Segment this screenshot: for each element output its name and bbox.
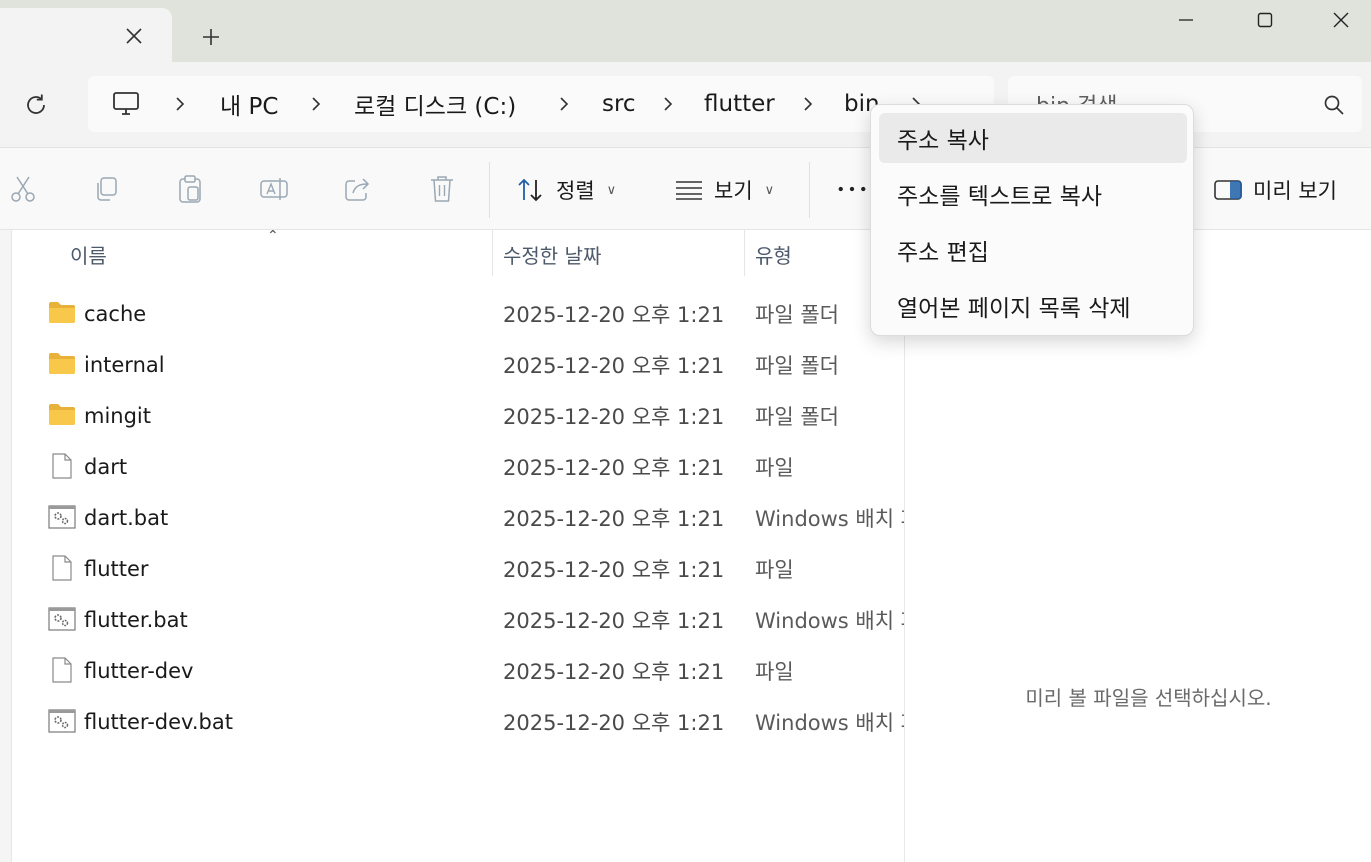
column-divider[interactable] (492, 230, 493, 276)
file-modified-date: 2025-12-20 오후 1:21 (503, 710, 725, 735)
column-divider[interactable] (744, 230, 745, 276)
minimize-icon[interactable] (1156, 0, 1216, 40)
toolbar-divider (489, 162, 490, 218)
chevron-right-icon[interactable] (798, 76, 818, 132)
file-row[interactable]: flutter-dev.bat 2025-12-20 오후 1:21 Windows… (12, 696, 904, 747)
folder-icon (48, 402, 76, 428)
active-tab[interactable] (0, 8, 172, 62)
file-name[interactable]: flutter-dev.bat (84, 696, 233, 747)
file-icon (48, 453, 76, 479)
paste-icon[interactable] (175, 174, 205, 204)
file-modified-date: 2025-12-20 오후 1:21 (503, 608, 725, 633)
menu-item-copy-address[interactable]: 주소 복사 (879, 113, 1187, 163)
address-bar[interactable]: 내 PC 로컬 디스크 (C:) src flutter bin (88, 76, 994, 132)
file-modified-date: 2025-12-20 오후 1:21 (503, 557, 725, 582)
file-name[interactable]: internal (84, 339, 165, 390)
file-icon (48, 555, 76, 581)
file-modified-date: 2025-12-20 오후 1:21 (503, 506, 725, 531)
toolbar-divider (809, 162, 810, 218)
column-header-modified[interactable]: 수정한 날짜 (503, 230, 601, 278)
view-icon (676, 181, 702, 200)
chevron-right-icon[interactable] (554, 76, 574, 132)
breadcrumb-flutter[interactable]: flutter (704, 76, 775, 132)
preview-label: 미리 보기 (1253, 179, 1337, 203)
file-row[interactable]: cache 2025-12-20 오후 1:21 파일 폴더 (12, 288, 904, 339)
file-name[interactable]: flutter.bat (84, 594, 188, 645)
file-type: 파일 폴더 (755, 404, 839, 429)
chevron-right-icon[interactable] (306, 76, 326, 132)
breadcrumb-local-disk[interactable]: 로컬 디스크 (C:) (354, 76, 516, 132)
file-row[interactable]: flutter.bat 2025-12-20 오후 1:21 Windows 배치 … (12, 594, 904, 645)
breadcrumb-pc[interactable]: 내 PC (220, 76, 278, 132)
sort-ascending-icon: ⌃ (267, 230, 279, 244)
share-icon[interactable] (343, 174, 373, 204)
file-type: 파일 폴더 (755, 353, 839, 378)
preview-pane-button[interactable]: 미리 보기 (1213, 168, 1337, 212)
chevron-right-icon[interactable] (170, 76, 190, 132)
file-type: Windows 배치 파일 (755, 506, 904, 531)
file-list: ⌃ 이름 수정한 날짜 유형 cache 2025-12-20 오후 1:21 파일… (12, 230, 904, 862)
file-name[interactable]: mingit (84, 390, 151, 441)
sort-icon (518, 178, 542, 202)
file-row[interactable]: dart 2025-12-20 오후 1:21 파일 (12, 441, 904, 492)
title-bar (0, 0, 1371, 62)
file-type: Windows 배치 파일 (755, 710, 904, 735)
file-name[interactable]: dart (84, 441, 127, 492)
file-name[interactable]: flutter (84, 543, 149, 594)
file-modified-date: 2025-12-20 오후 1:21 (503, 353, 725, 378)
close-icon[interactable] (1311, 0, 1371, 40)
batch-file-icon (48, 504, 76, 530)
batch-file-icon (48, 708, 76, 734)
view-button[interactable]: 보기 ∨ (674, 168, 774, 212)
search-icon[interactable] (1322, 93, 1346, 117)
chevron-down-icon: ∨ (606, 182, 617, 198)
file-modified-date: 2025-12-20 오후 1:21 (503, 659, 725, 684)
batch-file-icon (48, 606, 76, 632)
chevron-right-icon[interactable] (658, 76, 678, 132)
menu-item-delete-history[interactable]: 열어본 페이지 목록 삭제 (879, 281, 1187, 331)
file-type: Windows 배치 파일 (755, 608, 904, 633)
plus-icon[interactable] (196, 22, 226, 52)
column-header-name[interactable]: 이름 (70, 230, 107, 278)
menu-item-edit-address[interactable]: 주소 편집 (879, 225, 1187, 275)
file-icon (48, 657, 76, 683)
folder-icon (48, 300, 76, 326)
file-name[interactable]: cache (84, 288, 146, 339)
copy-icon[interactable] (91, 174, 121, 204)
navigation-pane-edge[interactable] (0, 230, 12, 862)
more-icon[interactable] (837, 174, 867, 204)
maximize-icon[interactable] (1235, 0, 1295, 40)
sort-button[interactable]: 정렬 ∨ (516, 168, 616, 212)
file-type: 파일 (755, 455, 794, 480)
preview-pane-icon (1214, 180, 1242, 200)
view-label: 보기 (714, 179, 753, 203)
folder-icon (48, 351, 76, 377)
file-modified-date: 2025-12-20 오후 1:21 (503, 302, 725, 327)
file-row[interactable]: dart.bat 2025-12-20 오후 1:21 Windows 배치 파일 (12, 492, 904, 543)
menu-item-copy-address-as-text[interactable]: 주소를 텍스트로 복사 (879, 169, 1187, 219)
file-name[interactable]: flutter-dev (84, 645, 193, 696)
file-modified-date: 2025-12-20 오후 1:21 (503, 404, 725, 429)
file-modified-date: 2025-12-20 오후 1:21 (503, 455, 725, 480)
file-type: 파일 (755, 557, 794, 582)
column-header-type[interactable]: 유형 (755, 230, 792, 278)
file-type: 파일 (755, 659, 794, 684)
file-row[interactable]: internal 2025-12-20 오후 1:21 파일 폴더 (12, 339, 904, 390)
refresh-icon[interactable] (18, 88, 54, 122)
file-name[interactable]: dart.bat (84, 492, 168, 543)
chevron-down-icon: ∨ (764, 182, 775, 198)
close-icon[interactable] (120, 22, 148, 50)
rename-icon[interactable] (259, 174, 289, 204)
file-row[interactable]: flutter 2025-12-20 오후 1:21 파일 (12, 543, 904, 594)
breadcrumb-src[interactable]: src (602, 76, 636, 132)
scissors-icon[interactable] (8, 174, 38, 204)
trash-icon[interactable] (427, 174, 457, 204)
file-row[interactable]: mingit 2025-12-20 오후 1:21 파일 폴더 (12, 390, 904, 441)
address-context-menu: 주소 복사 주소를 텍스트로 복사 주소 편집 열어본 페이지 목록 삭제 (870, 104, 1194, 336)
monitor-icon[interactable] (112, 76, 140, 132)
file-row[interactable]: flutter-dev 2025-12-20 오후 1:21 파일 (12, 645, 904, 696)
preview-message: 미리 볼 파일을 선택하십시오. (1025, 686, 1272, 710)
sort-label: 정렬 (556, 179, 595, 203)
